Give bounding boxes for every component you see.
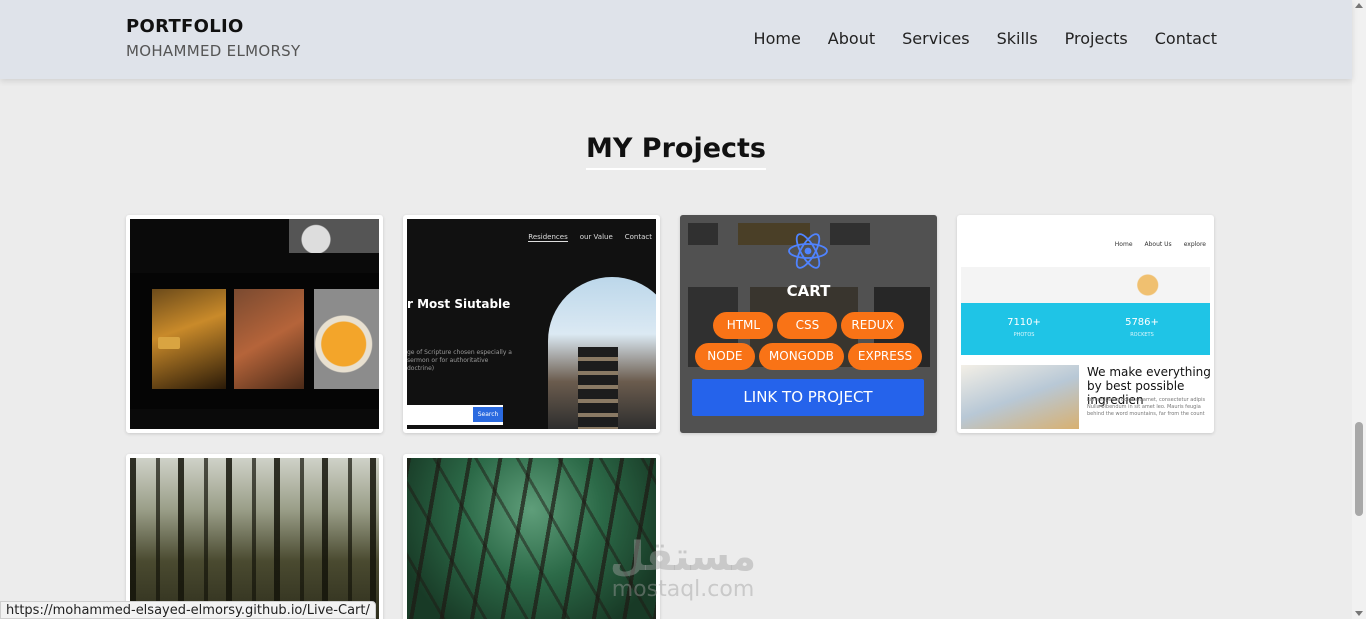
tech-tags: HTML CSS REDUX NODE MONGODB EXPRESS	[680, 312, 937, 370]
thumbnail-nav: Residences our Value Contact	[528, 233, 652, 242]
thumbnail-search-button: Search	[473, 407, 503, 422]
site-header: PORTFOLIO MOHAMMED ELMORSY Home About Se…	[0, 0, 1352, 79]
thumbnail-paragraph: Lorem ipsum dolor sit amet, consectetur …	[1087, 397, 1206, 417]
thumbnail-nav-item: explore	[1183, 241, 1206, 248]
stat-label: PHOTOS	[1013, 332, 1035, 338]
scroll-down-arrow-icon[interactable]	[1355, 611, 1363, 616]
thumbnail-stat: 5786+ ROCKETS	[1107, 317, 1177, 338]
thumbnail-nav: Home About Us explore	[1115, 241, 1206, 248]
nav-skills[interactable]: Skills	[997, 29, 1038, 48]
thumbnail-graphic	[289, 219, 379, 253]
thumbnail-stats: 7110+ PHOTOS 5786+ ROCKETS	[961, 303, 1210, 355]
thumbnail-heading: r Most Siutable	[407, 297, 511, 311]
thumbnail-graphic	[314, 289, 379, 389]
thumbnail-graphic	[130, 458, 379, 619]
thumbnail-nav-item: Home	[1114, 241, 1133, 248]
project-overlay: CART HTML CSS REDUX NODE MONGODB EXPRESS…	[680, 215, 937, 433]
project-card-cart[interactable]: CART HTML CSS REDUX NODE MONGODB EXPRESS…	[680, 215, 937, 433]
thumbnail-graphic	[961, 267, 1210, 303]
project-thumbnail	[130, 458, 379, 619]
nav-projects[interactable]: Projects	[1065, 29, 1128, 48]
stat-label: ROCKETS	[1130, 332, 1154, 338]
brand[interactable]: PORTFOLIO MOHAMMED ELMORSY	[126, 16, 300, 60]
thumbnail-nav-item: our Value	[579, 233, 613, 241]
tech-tag-redux: REDUX	[841, 312, 904, 339]
nav-about[interactable]: About	[828, 29, 875, 48]
project-thumbnail: Residences our Value Contact r Most Siut…	[407, 219, 656, 429]
nav-contact[interactable]: Contact	[1155, 29, 1217, 48]
link-status-bar: https://mohammed-elsayed-elmorsy.github.…	[0, 601, 376, 619]
stat-value: 7110+	[1007, 317, 1041, 328]
main-nav: Home About Services Skills Projects Cont…	[754, 29, 1217, 48]
thumbnail-graphic	[548, 277, 656, 429]
page-scrollbar[interactable]	[1352, 0, 1366, 619]
watermark-latin: mostaql.com	[611, 577, 755, 602]
project-thumbnail	[130, 219, 379, 429]
scrollbar-thumb[interactable]	[1355, 422, 1363, 516]
thumbnail-nav-item: Residences	[528, 233, 568, 242]
nav-home[interactable]: Home	[754, 29, 801, 48]
project-thumbnail: Home About Us explore 7110+ PHOTOS 5786+…	[961, 219, 1210, 429]
thumbnail-nav-item: Contact	[624, 233, 652, 241]
project-card-residences[interactable]: Residences our Value Contact r Most Siut…	[403, 215, 660, 433]
thumbnail-graphic	[158, 337, 180, 349]
project-card-restaurant[interactable]	[126, 215, 383, 433]
project-title: CART	[786, 282, 831, 300]
thumbnail-paragraph: ge of Scripture chosen especially a serm…	[407, 349, 512, 372]
react-icon	[788, 233, 828, 269]
tech-tag-html: HTML	[713, 312, 774, 339]
project-card-forest-1[interactable]	[126, 454, 383, 619]
stat-value: 5786+	[1125, 317, 1159, 328]
tech-tag-node: NODE	[694, 343, 755, 370]
thumbnail-stat: 7110+ PHOTOS	[989, 317, 1059, 338]
nav-services[interactable]: Services	[902, 29, 969, 48]
brand-title: PORTFOLIO	[126, 16, 244, 37]
watermark-arabic: مستقل	[609, 534, 757, 580]
tech-tag-mongodb: MONGODB	[758, 343, 844, 370]
thumbnail-nav-item: About Us	[1144, 241, 1172, 248]
link-to-project-button[interactable]: LINK TO PROJECT	[692, 379, 924, 416]
tech-tag-css: CSS	[777, 312, 838, 339]
watermark: مستقل mostaql.com	[598, 535, 768, 601]
thumbnail-graphic	[234, 289, 304, 389]
tech-tag-express: EXPRESS	[847, 343, 923, 370]
project-card-food[interactable]: Home About Us explore 7110+ PHOTOS 5786+…	[957, 215, 1214, 433]
section-heading: MY Projects	[585, 133, 767, 170]
scroll-up-arrow-icon[interactable]	[1355, 3, 1363, 8]
brand-subtitle: MOHAMMED ELMORSY	[126, 42, 301, 60]
projects-section-title: MY Projects	[0, 133, 1352, 170]
thumbnail-graphic	[961, 365, 1079, 429]
